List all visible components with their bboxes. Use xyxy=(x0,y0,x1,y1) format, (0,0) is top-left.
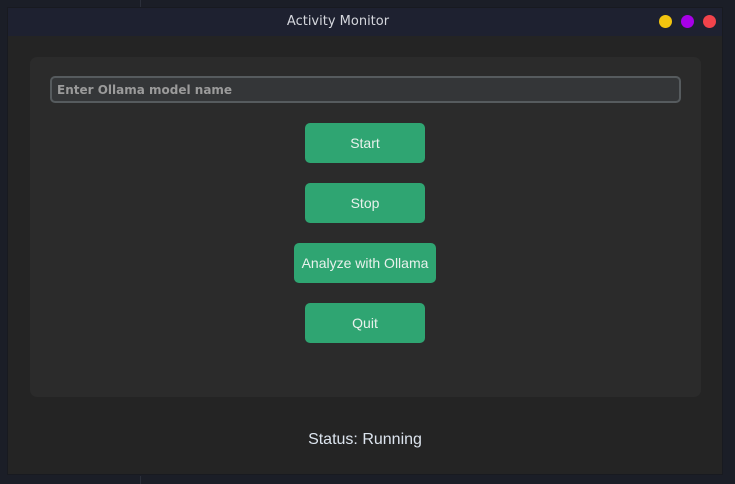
analyze-with-ollama-button[interactable]: Analyze with Ollama xyxy=(294,243,436,283)
model-name-input[interactable] xyxy=(50,76,681,103)
window-title: Activity Monitor xyxy=(286,14,390,29)
close-icon[interactable] xyxy=(703,15,716,28)
title-bar[interactable]: Activity Monitor xyxy=(8,8,722,36)
minimize-icon[interactable] xyxy=(659,15,672,28)
desktop: Activity Monitor Start Stop Analyze with… xyxy=(0,0,735,484)
desktop-divider xyxy=(140,476,141,484)
quit-button[interactable]: Quit xyxy=(305,303,425,343)
maximize-icon[interactable] xyxy=(681,15,694,28)
window-controls xyxy=(659,15,716,28)
start-button[interactable]: Start xyxy=(305,123,425,163)
status-label: Status: Running xyxy=(308,431,422,448)
stop-button[interactable]: Stop xyxy=(305,183,425,223)
controls-panel: Start Stop Analyze with Ollama Quit xyxy=(30,57,701,397)
activity-monitor-window: Activity Monitor Start Stop Analyze with… xyxy=(7,7,723,475)
